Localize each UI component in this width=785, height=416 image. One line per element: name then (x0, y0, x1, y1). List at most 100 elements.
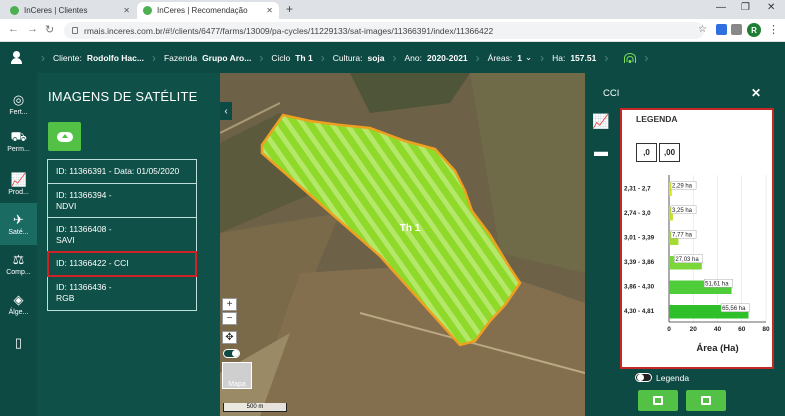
bookmark-star-icon[interactable]: ☆ (698, 24, 707, 35)
map-layer-toggle[interactable] (223, 349, 240, 358)
browser-menu-icon[interactable]: ⋮ (768, 23, 779, 36)
x-tick-label: 60 (738, 326, 746, 333)
decrease-decimals-button[interactable]: ,0 (636, 143, 657, 162)
data-label: 7,77 ha (672, 232, 693, 238)
y-tick-label: 3,86 - 4,30 (624, 283, 655, 290)
tractor-icon (701, 396, 711, 405)
panel-title: IMAGENS DE SATÉLITE (48, 89, 198, 104)
inceres-favicon-icon (143, 6, 152, 15)
profile-avatar[interactable]: R (747, 23, 761, 37)
header-client[interactable]: › Cliente: Rodolfo Hac... (33, 51, 144, 65)
close-tab-icon[interactable]: ✕ (123, 6, 130, 15)
cloud-upload-icon (56, 131, 73, 142)
inceres-favicon-icon (10, 6, 19, 15)
minimize-icon[interactable]: — (716, 2, 726, 13)
browser-tab-recomendacao[interactable]: InCeres | Recomendação ✕ (137, 2, 279, 19)
chevron-right-icon: › (151, 50, 156, 65)
layers-icon: ◈ (13, 291, 24, 307)
y-tick-label: 3,39 - 3,86 (624, 259, 655, 266)
extension-icon[interactable] (716, 24, 727, 35)
y-tick-label: 2,74 - 3,0 (624, 210, 651, 217)
chevron-right-icon: › (259, 50, 264, 65)
x-tick-label: 0 (667, 326, 671, 333)
tab-title: InCeres | Clientes (24, 6, 88, 15)
satellite-map[interactable]: Th 1 (220, 73, 585, 416)
legend-title: LEGENDA (636, 114, 678, 124)
pan-icon[interactable]: ✥ (222, 331, 237, 344)
field-label: Th 1 (400, 223, 421, 234)
image-list-item[interactable]: ID: 11366408 - SAVI (48, 218, 196, 252)
chevron-right-icon: › (392, 50, 397, 65)
nav-item-compare[interactable]: ⚖ Comp... (0, 243, 37, 285)
lock-icon (72, 27, 78, 34)
y-tick-label: 2,31 - 2,7 (624, 185, 651, 192)
close-tab-icon[interactable]: ✕ (266, 6, 273, 15)
zoom-in-button[interactable]: + (222, 298, 237, 311)
chevron-right-icon: › (320, 50, 325, 65)
upload-button[interactable] (48, 122, 81, 151)
chevron-right-icon: › (41, 50, 45, 65)
image-list-item-selected[interactable]: ID: 11366422 - CCI (47, 251, 197, 277)
legend-box: LEGENDA ,0 ,00 2,31 - 2,7 2,29 ha 2,74 - 3… (620, 108, 774, 369)
apply-button[interactable] (686, 390, 726, 411)
image-list: ID: 11366391 - Data: 01/05/2020 ID: 1136… (47, 159, 197, 311)
collapse-panel-button[interactable]: ‹ (220, 102, 232, 120)
chart-icon[interactable]: 📈 (591, 113, 611, 133)
x-tick-label: 80 (762, 326, 770, 333)
x-tick-label: 20 (690, 326, 698, 333)
new-tab-icon[interactable]: + (286, 2, 293, 16)
zoom-out-button[interactable]: − (222, 312, 237, 325)
satellite-icon: ✈ (13, 211, 24, 227)
header-year[interactable]: › Ano: 2020-2021 (385, 51, 468, 65)
reload-icon[interactable]: ↻ (45, 23, 54, 36)
save-icon (653, 396, 663, 405)
chevron-right-icon: › (644, 50, 649, 65)
nav-item-algebra[interactable]: ◈ Álge... (0, 283, 37, 325)
browser-tab-clientes[interactable]: InCeres | Clientes ✕ (4, 2, 136, 19)
save-button[interactable] (638, 390, 678, 411)
browser-tabbar: InCeres | Clientes ✕ InCeres | Recomenda… (0, 0, 785, 19)
image-list-item[interactable]: ID: 11366391 - Data: 01/05/2020 (48, 160, 196, 184)
data-label: 3,25 ha (672, 208, 693, 214)
x-tick-label: 40 (714, 326, 722, 333)
data-label: 51,61 ha (705, 281, 729, 287)
header-culture[interactable]: › Cultura: soja (313, 51, 385, 65)
header-farm[interactable]: › Fazenda Grupo Aro... (144, 51, 251, 65)
y-tick-label: 4,30 - 4,81 (624, 308, 655, 315)
machine-icon: ⛟ (10, 128, 27, 144)
map-scale: 500 m (223, 403, 287, 412)
basemap-thumbnail[interactable]: Mapa (222, 362, 252, 389)
header-areas[interactable]: › Áreas: 1 ⌄ (468, 51, 532, 65)
image-list-item[interactable]: ID: 11366436 - RGB (48, 276, 196, 310)
back-icon[interactable]: ← (8, 23, 19, 35)
image-list-item[interactable]: ID: 11366394 - NDVI (48, 184, 196, 218)
sim-card-icon: ▯ (14, 335, 23, 350)
header-hectares: › Ha: 157.51 (540, 50, 597, 65)
header-cycle[interactable]: › Ciclo Th 1 (251, 51, 312, 65)
paint-roller-icon[interactable]: ▬ (591, 143, 611, 163)
cci-panel-title: CCI (603, 88, 620, 99)
forward-icon[interactable]: → (27, 23, 38, 35)
url-text: rmais.inceres.com.br/#!/clients/6477/far… (84, 25, 494, 36)
address-bar[interactable]: rmais.inceres.com.br/#!/clients/6477/far… (64, 22, 704, 39)
tab-title: InCeres | Recomendação (157, 6, 248, 15)
close-window-icon[interactable]: ✕ (767, 2, 775, 13)
x-axis-title: Área (Ha) (696, 343, 738, 354)
nav-item-fertilizer[interactable]: ◎ Fert... (0, 83, 37, 125)
increase-decimals-button[interactable]: ,00 (659, 143, 680, 162)
nav-item-machine[interactable]: ⛟ Perm... (0, 120, 37, 162)
chevron-right-icon: › (604, 50, 609, 65)
chevron-right-icon: › (475, 50, 480, 65)
nav-item-productivity[interactable]: 📈 Prod... (0, 163, 37, 205)
nav-item-satellite[interactable]: ✈ Saté... (0, 203, 37, 245)
data-label: 65,56 ha (722, 306, 746, 312)
nav-item-sim[interactable]: ▯ (0, 323, 37, 365)
user-icon[interactable] (10, 51, 23, 64)
close-icon[interactable]: ✕ (751, 86, 761, 100)
left-nav: ◎ Fert... ⛟ Perm... 📈 Prod... ✈ Saté... … (0, 73, 37, 416)
maximize-icon[interactable]: ❐ (741, 2, 750, 13)
map-imagery: Th 1 (220, 73, 585, 416)
legend-toggle[interactable] (635, 373, 652, 382)
extension-icon[interactable] (731, 24, 742, 35)
compare-icon: ⚖ (12, 251, 25, 267)
